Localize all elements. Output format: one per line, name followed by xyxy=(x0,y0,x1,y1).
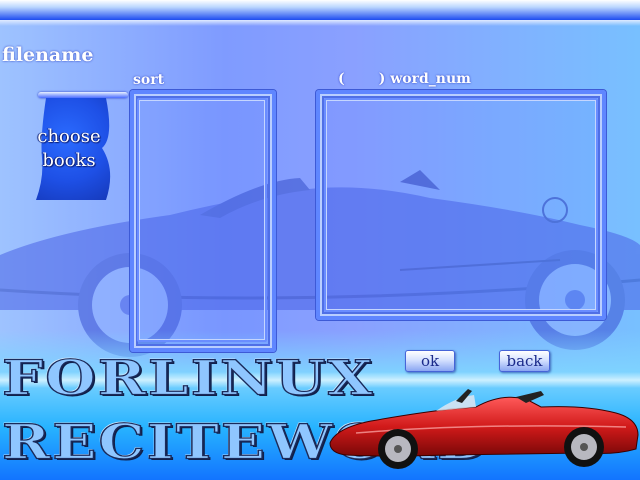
sort-label: sort xyxy=(133,72,165,88)
choose-books-tab-bar xyxy=(38,92,128,98)
top-title-strip xyxy=(0,0,640,20)
ok-button[interactable]: ok xyxy=(405,350,455,372)
choose-books-button[interactable] xyxy=(36,98,112,200)
app-screen: filename sort ( ) word_num choose books … xyxy=(0,0,640,480)
filename-label: filename xyxy=(2,44,94,66)
back-button[interactable]: back xyxy=(499,350,550,372)
word-list-inner-frame xyxy=(324,98,598,312)
word-num-label: ( ) word_num xyxy=(338,71,471,87)
top-strip-highlight xyxy=(0,20,640,26)
sort-list-inner-frame xyxy=(137,98,267,342)
red-convertible-car-image xyxy=(329,389,639,469)
app-title-line1: FORLINUX xyxy=(1,349,375,406)
